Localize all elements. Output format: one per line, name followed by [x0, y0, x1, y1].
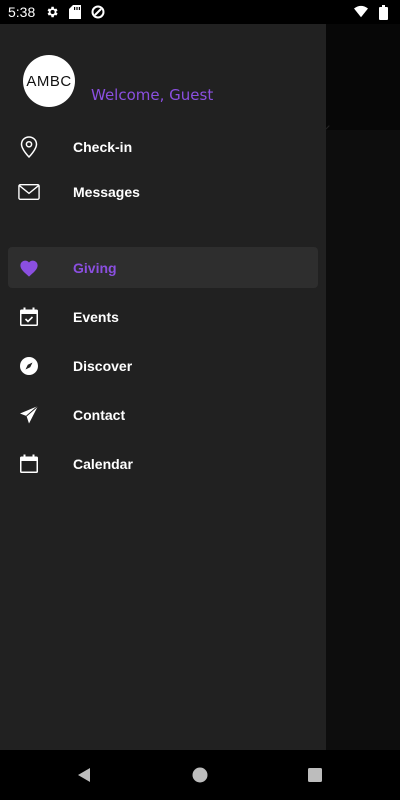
drawer-item-label: Contact [73, 406, 126, 423]
drawer-scrim[interactable] [326, 24, 400, 750]
battery-icon [376, 4, 390, 20]
drawer-item-label: Giving [73, 259, 117, 276]
drawer-item-label: Check-in [73, 138, 133, 155]
status-time: 5:38 [8, 4, 36, 20]
gear-icon [45, 5, 59, 19]
heart-icon [18, 257, 40, 279]
send-icon [18, 404, 40, 426]
drawer-item-label: Events [73, 308, 119, 325]
drawer-item-label: Discover [73, 357, 133, 374]
wifi-icon [354, 5, 368, 19]
system-nav-bar [0, 750, 400, 800]
drawer-item-label: Calendar [73, 455, 133, 472]
avatar[interactable]: AMBC [23, 55, 75, 107]
back-icon[interactable] [76, 767, 92, 783]
drawer-item-calendar[interactable]: Calendar [8, 443, 318, 484]
location-pin-icon [18, 135, 40, 158]
mail-icon [18, 181, 40, 203]
navigation-drawer: AMBC Welcome, Guest Check-in Messages Gi… [0, 24, 326, 750]
compass-icon [18, 355, 40, 377]
recents-icon[interactable] [307, 767, 323, 783]
drawer-item-giving[interactable]: Giving [8, 247, 318, 288]
drawer-item-check-in[interactable]: Check-in [8, 126, 318, 167]
status-bar: 5:38 [0, 0, 400, 24]
calendar-icon [18, 453, 40, 475]
calendar-check-icon [18, 306, 40, 328]
welcome-text: Welcome, Guest [91, 86, 214, 104]
drawer-item-label: Messages [73, 183, 140, 200]
drawer-item-events[interactable]: Events [8, 296, 318, 337]
sd-card-icon [68, 5, 82, 19]
drawer-item-messages[interactable]: Messages [8, 171, 318, 212]
home-icon[interactable] [192, 767, 208, 783]
sync-icon [91, 5, 105, 19]
drawer-item-contact[interactable]: Contact [8, 394, 318, 435]
drawer-item-discover[interactable]: Discover [8, 345, 318, 386]
